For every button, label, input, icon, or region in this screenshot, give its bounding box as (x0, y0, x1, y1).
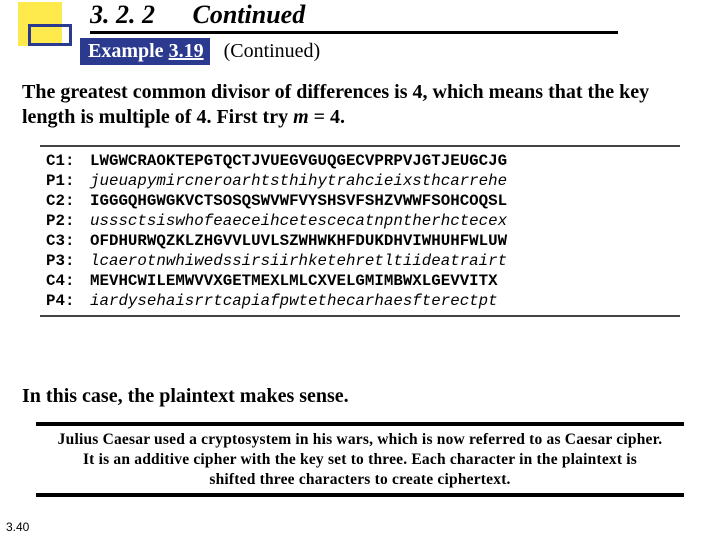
caesar-quote: Julius Caesar used a cryptosystem in his… (36, 430, 684, 489)
cipher-row: C2:IGGGQHGWGKVCTSOSQSWVWFVYSHSVFSHZVWWFS… (40, 191, 680, 211)
row-label: C2: (46, 192, 90, 210)
caesar-quote-box: Julius Caesar used a cryptosystem in his… (36, 422, 684, 497)
slide-logo (18, 2, 72, 56)
quote-line: Julius Caesar used a cryptosystem in his… (36, 430, 684, 450)
cipher-row: P4:iardysehaisrrtcapiafpwtethecarhaesfte… (40, 291, 680, 311)
quote-line: shifted three characters to create ciphe… (36, 470, 684, 490)
quote-line: It is an additive cipher with the key se… (36, 450, 684, 470)
cipher-row: P1:jueuapymircneroarhtsthihytrahcieixsth… (40, 171, 680, 191)
row-value: IGGGQHGWGKVCTSOSQSWVWFVYSHSVFSHZVWWFSOHC… (90, 192, 507, 210)
cipher-row: C1:LWGWCRAOKTEPGTQCTJVUEGVGUQGECVPRPVJGT… (40, 151, 680, 171)
row-label: P2: (46, 212, 90, 230)
row-label: C1: (46, 152, 90, 170)
page-number: 3.40 (6, 520, 29, 534)
example-label: Example 3.19 (80, 38, 210, 65)
row-value: LWGWCRAOKTEPGTQCTJVUEGVGUQGECVPRPVJGTJEU… (90, 152, 507, 170)
row-value: usssctsiswhofeaeceihcetescecatnpntherhct… (90, 212, 507, 230)
row-label: C4: (46, 272, 90, 290)
row-label: P3: (46, 252, 90, 270)
row-value: iardysehaisrrtcapiafpwtethecarhaesfterec… (90, 292, 498, 310)
conclusion-text: In this case, the plaintext makes sense. (22, 385, 349, 408)
cipher-row: P3:lcaerotnwhiwedssirsiirhketehretltiide… (40, 251, 680, 271)
example-status: (Continued) (224, 40, 321, 63)
example-word: Example (88, 40, 164, 62)
intro-variable-m: m (293, 106, 309, 128)
row-value: jueuapymircneroarhtsthihytrahcieixsthcar… (90, 172, 507, 190)
row-value: lcaerotnwhiwedssirsiirhketehretltiideatr… (90, 252, 507, 270)
row-label: P1: (46, 172, 90, 190)
intro-tail: = 4. (309, 106, 345, 128)
intro-paragraph: The greatest common divisor of differenc… (22, 80, 698, 130)
cipher-row: C3:OFDHURWQZKLZHGVVLUVLSZWHWKHFDUKDHVIWH… (40, 231, 680, 251)
section-header: 3. 2. 2 Continued (90, 0, 618, 34)
example-row: Example 3.19 (Continued) (80, 38, 320, 65)
section-number: 3. 2. 2 (90, 0, 186, 30)
section-title: Continued (193, 0, 306, 30)
row-label: P4: (46, 292, 90, 310)
example-number: 3.19 (169, 40, 204, 62)
row-label: C3: (46, 232, 90, 250)
row-value: MEVHCWILEMWVVXGETMEXLMLCXVELGMIMBWXLGEVV… (90, 272, 498, 290)
row-value: OFDHURWQZKLZHGVVLUVLSZWHWKHFDUKDHVIWHUHF… (90, 232, 507, 250)
cipher-row: C4:MEVHCWILEMWVVXGETMEXLMLCXVELGMIMBWXLG… (40, 271, 680, 291)
cipher-row: P2:usssctsiswhofeaeceihcetescecatnpnther… (40, 211, 680, 231)
cipher-table: C1:LWGWCRAOKTEPGTQCTJVUEGVGUQGECVPRPVJGT… (40, 145, 680, 317)
